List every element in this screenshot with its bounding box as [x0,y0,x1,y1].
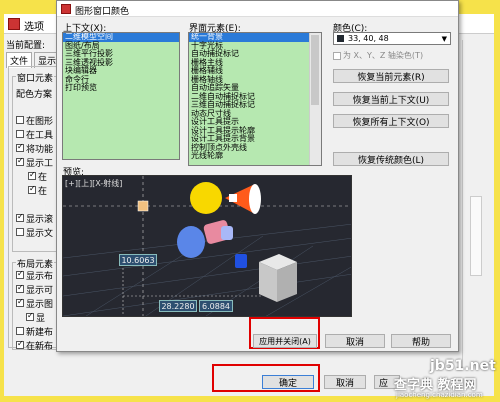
restore-current-context-button[interactable]: 恢复当前上下文(U) [333,92,449,106]
color-scheme-label: 配色方案 [16,90,53,100]
checkbox-item[interactable]: 显示可 [16,282,53,296]
checkbox[interactable] [16,116,24,124]
dimension-input-2: 28.2280 [159,300,197,312]
cone-detail [229,194,237,202]
checkbox-item[interactable]: 在 [16,169,53,183]
checkbox-item[interactable]: 在工具 [16,127,53,141]
checkbox-item[interactable]: 显示文 [16,225,53,239]
options-title: 选项 [24,22,44,33]
checkbox-item[interactable]: 在新布 [16,338,53,352]
restore-classic-colors-button[interactable]: 恢复传统颜色(L) [333,152,449,166]
preview-viewport: [+][上][X-射线] 10.6063 28.2280 6.0884 [62,175,352,317]
drawing-window-colors-dialog: 图形窗口颜色 上下文(X): 二维模型空间 图纸/布局 三维平行投影 三维透视投… [56,0,459,352]
checkbox-item[interactable]: 在 [16,183,53,197]
checkbox-item[interactable]: 将功能 [16,141,53,155]
apply-and-close-button[interactable]: 应用并关闭(A) [253,334,317,348]
app-icon [8,18,20,30]
checkbox[interactable] [16,327,24,335]
yellow-sphere [190,182,222,214]
viewport-label: [+][上][X-射线] [65,179,123,188]
checkbox-item[interactable]: 新建布 [16,324,53,338]
checkbox[interactable] [16,212,24,222]
context-list[interactable]: 二维模型空间 图纸/布局 三维平行投影 三维透视投影 块编辑器 命令行 打印预览 [62,32,180,160]
snap-marker [137,200,149,212]
checkbox-item[interactable]: 显 [16,310,53,324]
light-blue-shape [221,226,233,240]
checkbox[interactable] [28,184,36,194]
checkbox-item[interactable]: 在图形 [16,113,53,127]
checkbox-item[interactable]: 显示工 [16,155,53,169]
list-item[interactable]: 打印预览 [63,83,179,93]
dimension-input-1: 10.6063 [119,254,157,266]
color-dropdown[interactable]: 33, 40, 48 ▼ [333,32,451,45]
restore-current-element-button[interactable]: 恢复当前元素(R) [333,69,449,83]
color-swatch [337,35,344,42]
layout-checkbox-list: 显示布 显示可 显示图 显 新建布 在新布 [16,268,53,352]
window-elements-label: 窗口元素 [16,71,55,84]
checkbox-item[interactable]: 显示布 [16,268,53,282]
help-button[interactable]: 帮助 [391,334,451,348]
dimension-input-3: 6.0884 [199,300,233,312]
checkbox[interactable] [333,51,341,60]
checkbox-item[interactable]: 显示图 [16,296,53,310]
cone-base [249,184,261,214]
current-config-label: 当前配置: [6,41,46,51]
checkbox[interactable] [28,170,36,180]
ok-button[interactable]: 确定 [262,375,314,389]
checkbox[interactable] [16,130,24,138]
window-checkbox-list: 在图形 在工具 将功能 显示工 在 在 [16,113,53,197]
dialog-cancel-button[interactable]: 取消 [325,334,385,348]
checkbox[interactable] [16,142,24,152]
list-item[interactable]: 光线轮廓 [189,151,309,161]
checkbox[interactable] [26,311,34,321]
dialog-title: 图形窗口颜色 [75,7,130,17]
watermark-site: jb51.net [430,358,496,374]
checkbox[interactable] [16,156,24,166]
checkbox[interactable] [16,228,24,236]
interface-element-list[interactable]: 统一背景 十字光标 自动捕捉标记 栅格主线 栅格辅线 栅格轴线 自动追踪矢量 二… [188,32,322,166]
blue-cube [235,254,247,268]
window-checkbox-list-2: 显示滚 显示文 [16,211,53,239]
checkbox[interactable] [16,269,24,279]
checkbox[interactable] [16,339,24,349]
scrollbar-thumb[interactable] [311,35,319,105]
preview-scene [63,176,351,316]
cancel-button[interactable]: 取消 [324,375,366,389]
watermark-url: jiaocheng.chazidian.com [396,391,483,399]
chevron-down-icon: ▼ [441,34,447,43]
blue-shape [177,226,205,258]
checkbox-item[interactable]: 显示滚 [16,211,53,225]
options-scroll-area [470,196,482,276]
desktop-background-right [494,0,500,402]
dialog-app-icon [61,4,71,14]
checkbox[interactable] [16,297,24,307]
tint-axes-checkbox[interactable]: 为 X、Y、Z 轴染色(T) [333,50,423,61]
checkbox[interactable] [16,283,24,293]
restore-all-contexts-button[interactable]: 恢复所有上下文(O) [333,114,449,128]
